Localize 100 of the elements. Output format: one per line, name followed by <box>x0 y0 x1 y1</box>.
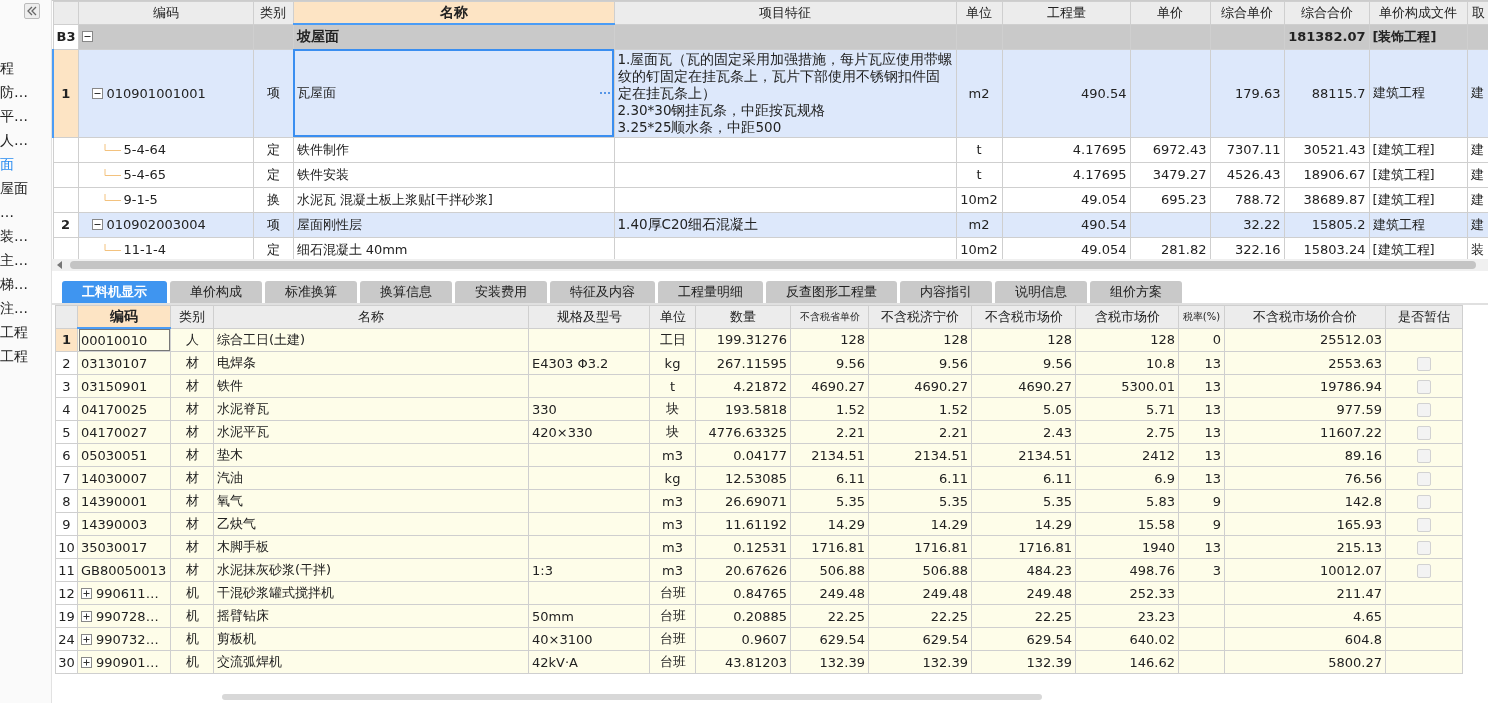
column-header[interactable]: 名称 <box>293 1 614 24</box>
column-header[interactable]: 编码 <box>77 305 171 328</box>
table-row[interactable]: 9-1-5 换 水泥瓦 混凝土板上浆贴[干拌砂浆] 10m2 49.054 695.23 788.72 38689.87 [建筑工程] 建 <box>53 187 1488 212</box>
table-cell: t <box>956 162 1002 187</box>
checkbox[interactable] <box>1417 471 1431 486</box>
sidebar-item[interactable]: 装… <box>0 224 28 248</box>
tab[interactable]: 说明信息 <box>995 281 1087 303</box>
table-row[interactable]: 2 010902003004 项 屋面刚性层 1.40厚C20细石混凝土 m2 490.54 32.22 15805.2 建筑工程 建 <box>53 212 1488 237</box>
column-header[interactable]: 数量 <box>695 305 791 328</box>
table-cell: 铁件 <box>213 374 529 398</box>
column-header[interactable]: 不含税市场价 <box>971 305 1076 328</box>
column-header[interactable]: 项目特征 <box>614 1 956 24</box>
expand-icon[interactable] <box>81 656 92 668</box>
table-row[interactable]: 3 03150901 材 铁件 t 4.21872 4690.27 4690.27 4690.27 5300.01 13 19786.94 <box>55 374 1463 398</box>
tab[interactable]: 组价方案 <box>1090 281 1182 303</box>
table-row[interactable]: 11 GB80050013 材 水泥抹灰砂浆(干拌) 1:3 m3 20.67626 506.88 506.88 484.23 498.76 3 10012.07 <box>55 558 1463 582</box>
collapse-icon[interactable] <box>81 31 93 42</box>
sidebar-item[interactable]: 主… <box>0 248 28 272</box>
tab[interactable]: 安装费用 <box>455 281 547 303</box>
checkbox[interactable] <box>1417 517 1431 532</box>
column-header[interactable]: 工程量 <box>1002 1 1130 24</box>
sidebar-item[interactable]: … <box>0 200 14 224</box>
column-header[interactable]: 单位 <box>956 1 1002 24</box>
table-row[interactable]: 1 00010010 人 综合工日(土建) 工日 199.31276 128 128 128 128 0 25512.03 <box>55 328 1463 352</box>
column-header[interactable]: 税率(%) <box>1178 305 1225 328</box>
table-row[interactable]: 12 990611… 机 干混砂浆罐式搅拌机 台班 0.84765 249.48 249.48 249.48 252.33 211.47 <box>55 581 1463 605</box>
column-header[interactable]: 规格及型号 <box>528 305 650 328</box>
column-header[interactable]: 含税市场价 <box>1075 305 1179 328</box>
sidebar-item[interactable]: 梯… <box>0 272 28 296</box>
column-header[interactable]: 不含税市场价合价 <box>1224 305 1386 328</box>
tab[interactable]: 工程量明细 <box>658 281 763 303</box>
table-cell: 604.8 <box>1224 627 1386 651</box>
table-cell: 18906.67 <box>1284 162 1369 187</box>
sidebar-item[interactable]: 屋面 <box>0 176 28 200</box>
column-header[interactable]: 不含税济宁价 <box>868 305 972 328</box>
checkbox[interactable] <box>1417 402 1431 417</box>
table-cell: 换 <box>253 187 293 212</box>
column-header[interactable]: 是否暂估 <box>1385 305 1463 328</box>
sidebar-item[interactable]: 工程 <box>0 344 28 368</box>
collapse-sidebar-button[interactable] <box>24 3 40 19</box>
table-row[interactable]: 30 990901… 机 交流弧焊机 42kV·A 台班 43.81203 132.39 132.39 132.39 146.62 5800.27 <box>55 650 1463 674</box>
expand-icon[interactable] <box>81 610 92 622</box>
sidebar-item[interactable]: 注… <box>0 296 28 320</box>
table-row[interactable]: 5-4-65 定 铁件安装 t 4.17695 3479.27 4526.43 18906.67 [建筑工程] 建 <box>53 162 1488 187</box>
more-icon[interactable] <box>598 91 611 95</box>
table-row[interactable]: 10 35030017 材 木脚手板 m3 0.12531 1716.81 1716.81 1716.81 1940 13 215.13 <box>55 535 1463 559</box>
collapse-icon[interactable] <box>91 87 103 99</box>
scroll-left-icon[interactable] <box>56 261 64 269</box>
column-header[interactable]: 综合合价 <box>1284 1 1369 24</box>
sidebar-item[interactable]: 人… <box>0 128 28 152</box>
checkbox[interactable] <box>1417 494 1431 509</box>
sidebar-item[interactable]: 平… <box>0 104 28 128</box>
table-row[interactable]: 4 04170025 材 水泥脊瓦 330 块 193.5818 1.52 1.52 5.05 5.71 13 977.59 <box>55 397 1463 421</box>
column-header[interactable]: 不含税省单价 <box>790 305 869 328</box>
tab[interactable]: 单价构成 <box>170 281 262 303</box>
table-row[interactable]: 19 990728… 机 摇臂钻床 50mm 台班 0.20885 22.25 22.25 22.25 23.23 4.65 <box>55 604 1463 628</box>
table-row[interactable]: B3 坡屋面 181382.07 [装饰工程] <box>53 24 1488 49</box>
column-header[interactable]: 类别 <box>253 1 293 24</box>
table-cell: E4303 Φ3.2 <box>528 351 650 375</box>
tab[interactable]: 反查图形工程量 <box>766 281 897 303</box>
checkbox[interactable] <box>1417 448 1431 463</box>
tab[interactable]: 标准换算 <box>265 281 357 303</box>
column-header[interactable]: 单位 <box>649 305 696 328</box>
table-row[interactable]: 24 990732… 机 剪板机 40×3100 台班 0.9607 629.54 629.54 629.54 640.02 604.8 <box>55 627 1463 651</box>
checkbox[interactable] <box>1417 379 1431 394</box>
table-row[interactable]: 6 05030051 材 垫木 m3 0.04177 2134.51 2134.51 2134.51 2412 13 89.16 <box>55 443 1463 467</box>
expand-icon[interactable] <box>81 633 92 645</box>
checkbox[interactable] <box>1417 356 1431 371</box>
table-row[interactable]: 9 14390003 材 乙炔气 m3 11.61192 14.29 14.29 14.29 15.58 9 165.93 <box>55 512 1463 536</box>
sidebar-item[interactable]: 防… <box>0 80 28 104</box>
column-header[interactable]: 单价 <box>1130 1 1210 24</box>
table-row[interactable]: 11-1-4 定 细石混凝土 40mm 10m2 49.054 281.82 322.16 15803.24 [建筑工程] 装 <box>53 237 1488 259</box>
scrollbar-thumb[interactable] <box>70 261 1476 269</box>
column-header[interactable]: 类别 <box>170 305 214 328</box>
table-cell: 128 <box>868 328 972 352</box>
collapse-icon[interactable] <box>91 219 103 230</box>
table-row[interactable]: 7 14030007 材 汽油 kg 12.53085 6.11 6.11 6.11 6.9 13 76.56 <box>55 466 1463 490</box>
expand-icon[interactable] <box>81 587 92 599</box>
tab[interactable]: 特征及内容 <box>550 281 655 303</box>
table-row[interactable]: 5-4-64 定 铁件制作 t 4.17695 6972.43 7307.11 30521.43 [建筑工程] 建 <box>53 137 1488 162</box>
horizontal-scrollbar[interactable] <box>222 694 1042 700</box>
checkbox[interactable] <box>1417 563 1431 578</box>
table-row[interactable]: 1 010901001001 项 瓦屋面 1.屋面瓦（瓦的固定采用加强措施，每片瓦应使用带螺纹的钉固定在挂瓦条上，瓦片下部使用不锈钢扣件固定在挂瓦条上） 2.30*30钢挂瓦条，中距按瓦规格 3.25*25顺水条，中距500 m2 490.54 179.63 88115.7 建筑工程 建 <box>53 49 1488 137</box>
horizontal-scrollbar[interactable] <box>52 259 1488 271</box>
column-header[interactable]: 综合单价 <box>1210 1 1284 24</box>
tab[interactable]: 内容指引 <box>900 281 992 303</box>
table-row[interactable]: 2 03130107 材 电焊条 E4303 Φ3.2 kg 267.11595 9.56 9.56 9.56 10.8 13 2553.63 <box>55 351 1463 375</box>
column-header[interactable]: 单价构成文件 <box>1369 1 1467 24</box>
checkbox[interactable] <box>1417 540 1431 555</box>
column-header[interactable]: 名称 <box>213 305 529 328</box>
sidebar-item[interactable]: 程 <box>0 56 14 80</box>
sidebar-item[interactable]: 工程 <box>0 320 28 344</box>
table-row[interactable]: 8 14390001 材 氧气 m3 26.69071 5.35 5.35 5.35 5.83 9 142.8 <box>55 489 1463 513</box>
table-cell: [装饰工程] <box>1369 24 1467 49</box>
column-header[interactable]: 取 <box>1467 1 1488 24</box>
column-header[interactable]: 编码 <box>78 1 253 24</box>
tab[interactable]: 换算信息 <box>360 281 452 303</box>
table-cell: 4526.43 <box>1210 162 1284 187</box>
table-row[interactable]: 5 04170027 材 水泥平瓦 420×330 块 4776.63325 2.21 2.21 2.43 2.75 13 11607.22 <box>55 420 1463 444</box>
checkbox[interactable] <box>1417 425 1431 440</box>
